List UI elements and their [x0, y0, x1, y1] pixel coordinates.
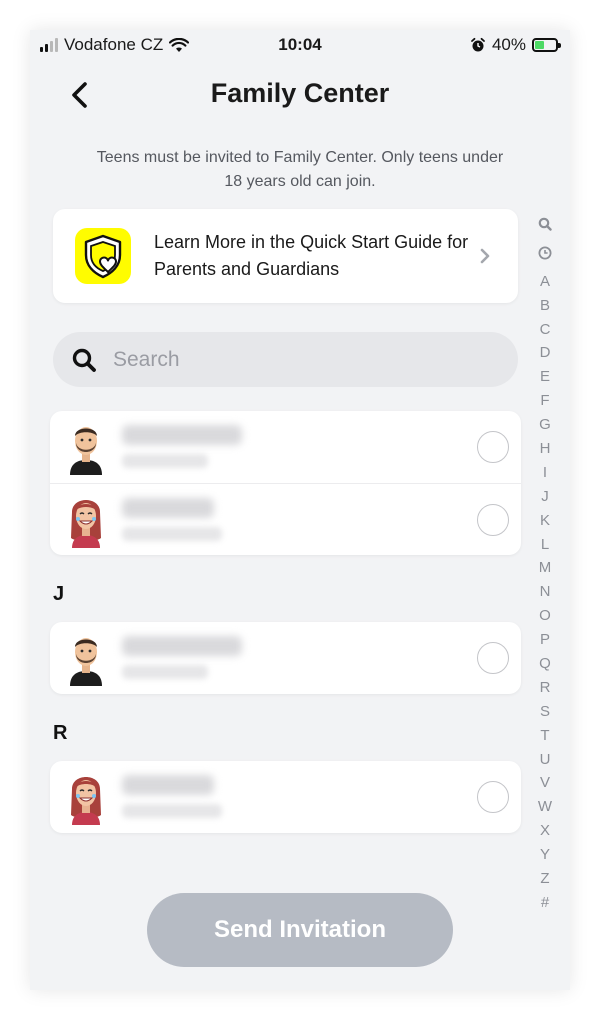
index-letter[interactable]: Q	[535, 652, 555, 676]
contact-username-redacted	[122, 527, 222, 541]
shield-heart-icon	[75, 228, 131, 284]
index-letter[interactable]: C	[535, 318, 555, 342]
index-letter[interactable]: H	[535, 437, 555, 461]
contact-name-redacted	[122, 498, 214, 518]
contact-username-redacted	[122, 804, 222, 818]
index-letter[interactable]: D	[535, 341, 555, 365]
index-letter[interactable]: A	[535, 270, 555, 294]
contact-username-redacted	[122, 665, 208, 679]
guide-card-text: Learn More in the Quick Start Guide for …	[154, 232, 469, 279]
alphabet-index[interactable]: A B C D E F G H I J K L M N O P Q R S T U V W X Y Z #	[535, 212, 555, 915]
section-header-j: J	[53, 583, 65, 605]
index-letter[interactable]: J	[535, 485, 555, 509]
chevron-right-icon	[480, 248, 490, 264]
contact-row[interactable]	[50, 622, 521, 694]
select-radio[interactable]	[477, 431, 509, 463]
index-letter[interactable]: G	[535, 413, 555, 437]
contact-name-redacted	[122, 636, 242, 656]
index-letter[interactable]: U	[535, 748, 555, 772]
contact-username-redacted	[122, 454, 208, 468]
index-letter[interactable]: B	[535, 294, 555, 318]
index-letter[interactable]: #	[535, 891, 555, 915]
index-recent-clock-icon[interactable]	[535, 246, 555, 270]
index-letter[interactable]: V	[535, 771, 555, 795]
contact-row[interactable]	[50, 761, 521, 833]
contact-row[interactable]	[50, 411, 521, 483]
page-title: Family Center	[210, 78, 390, 108]
index-letter[interactable]: L	[535, 533, 555, 557]
phone-screen: Vodafone CZ 10:04 40% Family Center Teen…	[30, 30, 570, 990]
search-icon	[72, 348, 96, 372]
contact-list-card	[50, 411, 521, 555]
index-letter[interactable]: R	[535, 676, 555, 700]
select-radio[interactable]	[477, 642, 509, 674]
search-input[interactable]	[113, 342, 493, 377]
index-letter[interactable]: S	[535, 700, 555, 724]
index-search-icon[interactable]	[535, 217, 555, 241]
contact-name-redacted	[122, 425, 242, 445]
index-letter[interactable]: X	[535, 819, 555, 843]
section-header-r: R	[53, 722, 68, 744]
index-letter[interactable]: Y	[535, 843, 555, 867]
index-letter[interactable]: O	[535, 604, 555, 628]
female-avatar-icon	[71, 500, 101, 548]
female-avatar-icon	[71, 777, 101, 825]
select-radio[interactable]	[477, 504, 509, 536]
index-letter[interactable]: M	[535, 556, 555, 580]
index-letter[interactable]: W	[535, 795, 555, 819]
index-letter[interactable]: F	[535, 389, 555, 413]
male-avatar-icon	[70, 638, 102, 686]
alarm-icon	[471, 37, 485, 52]
index-letter[interactable]: I	[535, 461, 555, 485]
index-letter[interactable]: Z	[535, 867, 555, 891]
contact-name-redacted	[122, 775, 214, 795]
index-letter[interactable]: P	[535, 628, 555, 652]
search-bar[interactable]	[53, 332, 518, 387]
battery-percent: 40%	[491, 35, 526, 54]
status-right: 40%	[470, 35, 561, 55]
contact-list-card	[50, 622, 521, 694]
status-bar: Vodafone CZ 10:04 40%	[30, 30, 570, 60]
send-invitation-button[interactable]: Send Invitation	[147, 893, 453, 967]
contact-list-card	[50, 761, 521, 833]
select-radio[interactable]	[477, 781, 509, 813]
index-letter[interactable]: E	[535, 365, 555, 389]
quick-start-guide-card[interactable]: Learn More in the Quick Start Guide for …	[53, 209, 518, 303]
index-letter[interactable]: K	[535, 509, 555, 533]
male-avatar-icon	[70, 427, 102, 475]
index-letter[interactable]: N	[535, 580, 555, 604]
index-letter[interactable]: T	[535, 724, 555, 748]
page-subtitle: Teens must be invited to Family Center. …	[96, 149, 504, 190]
battery-icon	[532, 38, 561, 52]
contact-row[interactable]	[50, 483, 521, 555]
